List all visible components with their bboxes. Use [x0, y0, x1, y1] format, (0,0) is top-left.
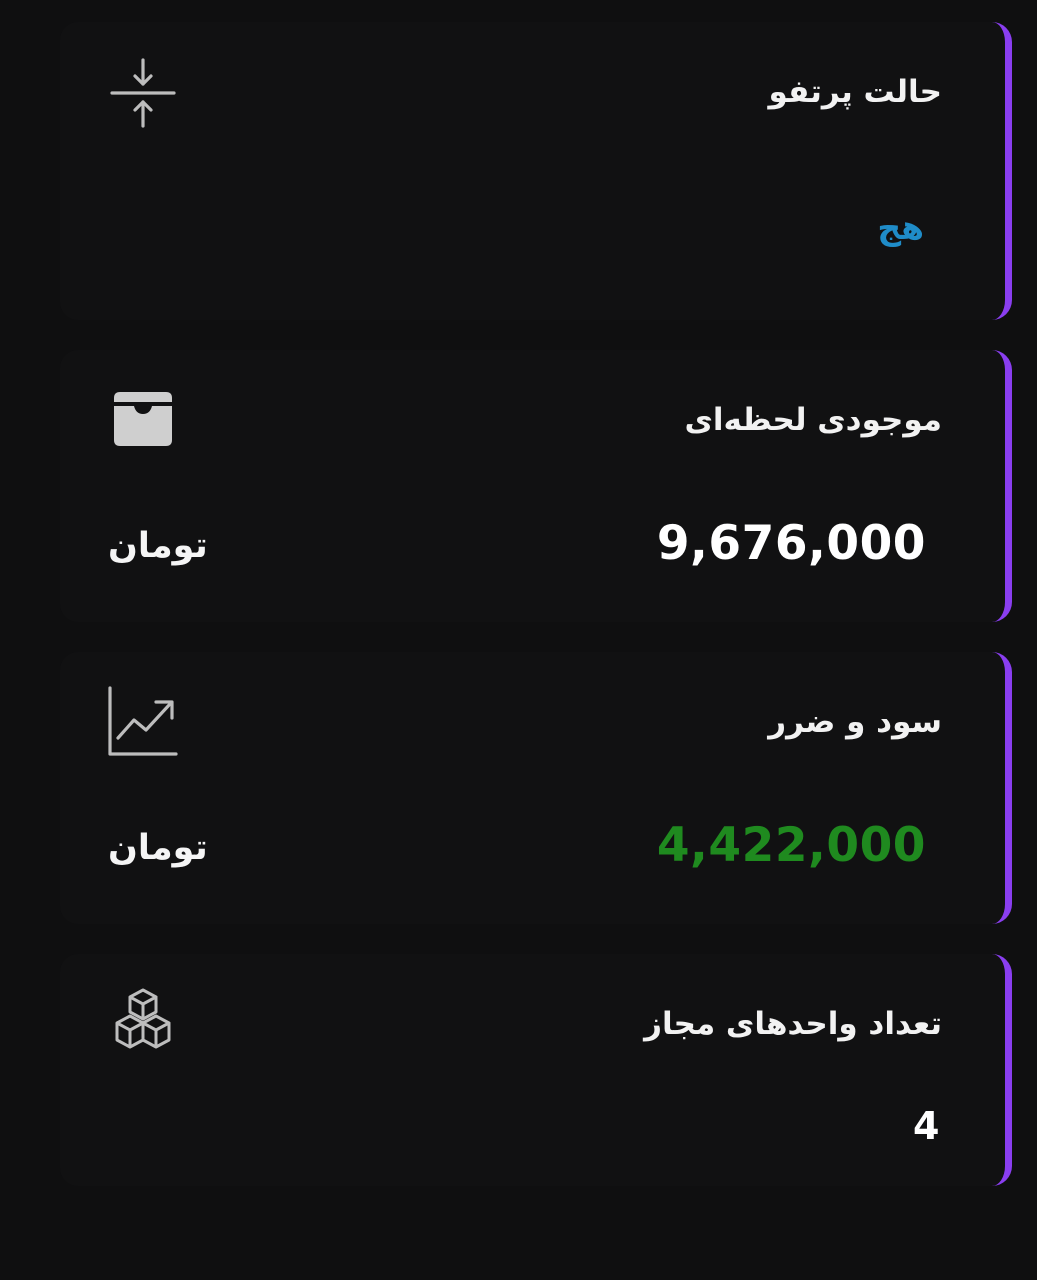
profit-loss-value: 4,422,000	[656, 818, 926, 873]
wallet-icon	[106, 380, 180, 454]
trend-chart-icon	[106, 684, 180, 758]
card-accent-border	[990, 350, 1012, 622]
card-title: تعداد واحدهای مجاز	[644, 1006, 942, 1042]
card-accent-border	[990, 22, 1012, 320]
allowed-units-card: تعداد واحدهای مجاز 4	[60, 954, 1012, 1186]
profit-loss-card: سود و ضرر 4,422,000 تومان	[60, 652, 1012, 924]
portfolio-mode-value: هج	[877, 208, 924, 247]
portfolio-mode-card: حالت پرتفو هج	[60, 22, 1012, 320]
card-title: سود و ضرر	[768, 704, 942, 740]
card-title: موجودی لحظه‌ای	[684, 402, 942, 438]
balance-value: 9,676,000	[656, 516, 926, 571]
currency-label: تومان	[108, 526, 208, 566]
allowed-units-value: 4	[913, 1104, 940, 1148]
cubes-icon	[106, 986, 180, 1060]
currency-label: تومان	[108, 828, 208, 868]
card-title: حالت پرتفو	[768, 74, 942, 110]
compress-vertical-icon[interactable]	[106, 56, 180, 130]
balance-card: موجودی لحظه‌ای 9,676,000 تومان	[60, 350, 1012, 622]
card-accent-border	[990, 652, 1012, 924]
card-accent-border	[990, 954, 1012, 1186]
